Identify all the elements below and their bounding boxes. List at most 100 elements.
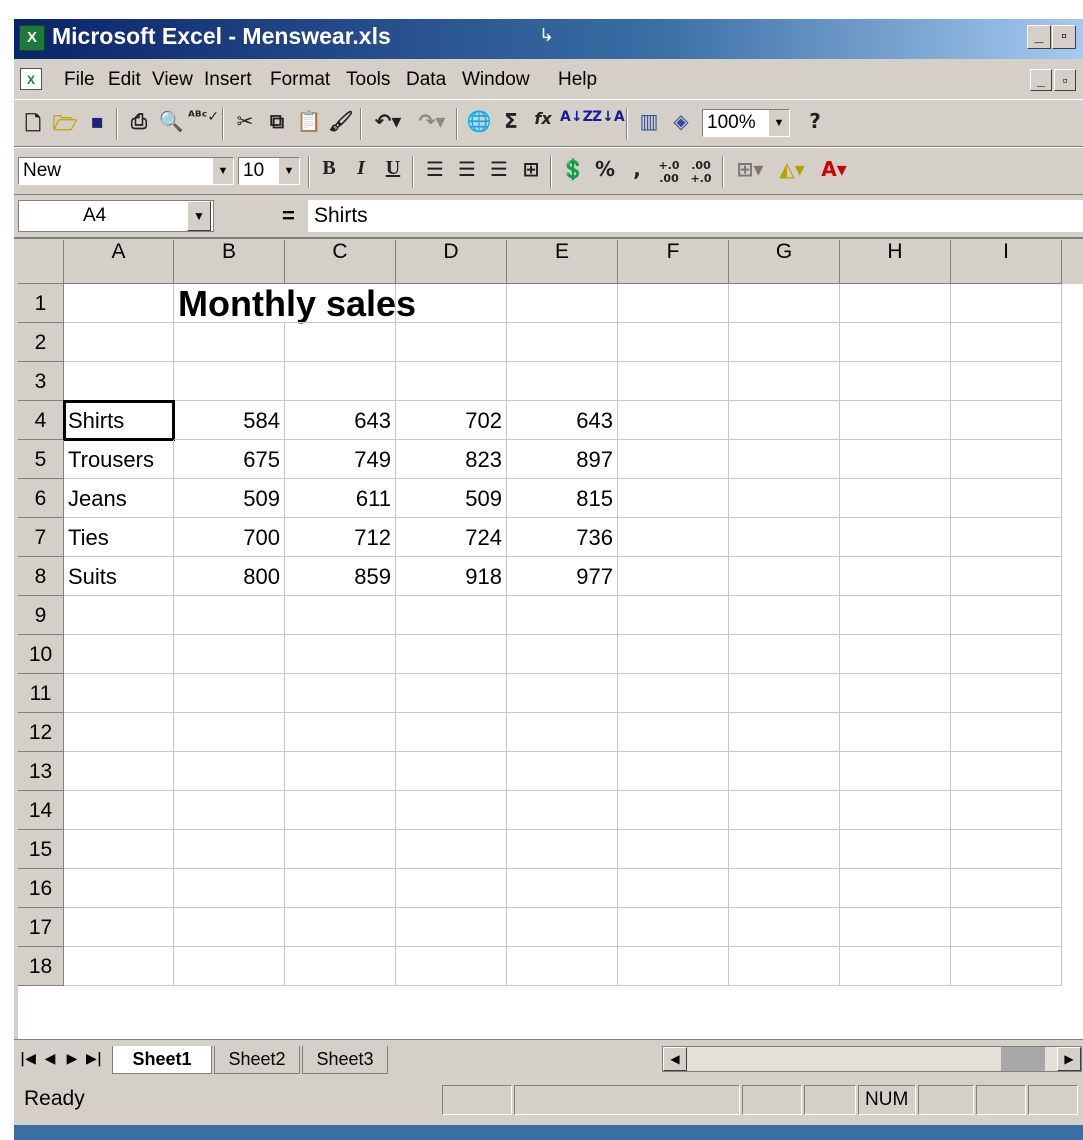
cell-b6[interactable]: 509 xyxy=(174,479,285,518)
menu-tools[interactable]: Tools xyxy=(346,69,390,91)
cell-g1[interactable] xyxy=(729,284,840,323)
cell-f3[interactable] xyxy=(618,362,729,401)
cell-h10[interactable] xyxy=(840,635,951,674)
cell-i11[interactable] xyxy=(951,674,1062,713)
cell-g14[interactable] xyxy=(729,791,840,830)
undo-icon[interactable]: ↶▾ xyxy=(368,109,408,139)
cell-e9[interactable] xyxy=(507,596,618,635)
cell-h14[interactable] xyxy=(840,791,951,830)
cell-a15[interactable] xyxy=(64,830,174,869)
cell-i8[interactable] xyxy=(951,557,1062,596)
cell-b16[interactable] xyxy=(174,869,285,908)
cell-a17[interactable] xyxy=(64,908,174,947)
cell-h15[interactable] xyxy=(840,830,951,869)
row-header-6[interactable]: 6 xyxy=(18,479,64,518)
cell-e14[interactable] xyxy=(507,791,618,830)
cell-e15[interactable] xyxy=(507,830,618,869)
cell-i7[interactable] xyxy=(951,518,1062,557)
title-bar[interactable]: X Microsoft Excel - Menswear.xls ↳ _ ▫ xyxy=(14,19,1083,59)
cell-f8[interactable] xyxy=(618,557,729,596)
cell-a7[interactable]: Ties xyxy=(64,518,174,557)
column-header-h[interactable]: H xyxy=(840,240,951,284)
cell-d6[interactable]: 509 xyxy=(396,479,507,518)
cell-e1[interactable] xyxy=(507,284,618,323)
menu-insert[interactable]: Insert xyxy=(204,69,252,91)
cell-f17[interactable] xyxy=(618,908,729,947)
worksheet-grid[interactable]: 1 Monthly sales 2 3 4 Shirts 584 643 702 643 5 Trou… xyxy=(18,284,1083,1039)
cell-f1[interactable] xyxy=(618,284,729,323)
cell-a5[interactable]: Trousers xyxy=(64,440,174,479)
help-icon[interactable]: ? xyxy=(800,109,830,139)
chart-wizard-icon[interactable]: ▥ xyxy=(634,109,664,139)
cell-g10[interactable] xyxy=(729,635,840,674)
zoom-select[interactable]: 100% ▼ xyxy=(702,109,790,137)
cell-b7[interactable]: 700 xyxy=(174,518,285,557)
cell-b18[interactable] xyxy=(174,947,285,986)
cell-i1[interactable] xyxy=(951,284,1062,323)
cell-b17[interactable] xyxy=(174,908,285,947)
row-header-1[interactable]: 1 xyxy=(18,284,64,323)
row-header-10[interactable]: 10 xyxy=(18,635,64,674)
cell-i3[interactable] xyxy=(951,362,1062,401)
last-sheet-icon[interactable]: ▶| xyxy=(84,1048,104,1070)
cell-i17[interactable] xyxy=(951,908,1062,947)
cell-f15[interactable] xyxy=(618,830,729,869)
cell-i16[interactable] xyxy=(951,869,1062,908)
cell-c16[interactable] xyxy=(285,869,396,908)
cell-i14[interactable] xyxy=(951,791,1062,830)
sheet-tab-1[interactable]: Sheet1 xyxy=(112,1046,212,1074)
row-header-2[interactable]: 2 xyxy=(18,323,64,362)
cell-b4[interactable]: 584 xyxy=(174,401,285,440)
cell-f11[interactable] xyxy=(618,674,729,713)
cell-e12[interactable] xyxy=(507,713,618,752)
cell-i13[interactable] xyxy=(951,752,1062,791)
save-icon[interactable]: ▪ xyxy=(82,109,112,139)
cell-b3[interactable] xyxy=(174,362,285,401)
sort-ascending-icon[interactable]: A↓Z xyxy=(560,109,593,139)
copy-icon[interactable]: ⧉ xyxy=(262,109,292,139)
cell-f16[interactable] xyxy=(618,869,729,908)
row-header-14[interactable]: 14 xyxy=(18,791,64,830)
cell-g5[interactable] xyxy=(729,440,840,479)
cell-e18[interactable] xyxy=(507,947,618,986)
cell-d16[interactable] xyxy=(396,869,507,908)
column-header-g[interactable]: G xyxy=(729,240,840,284)
cell-h8[interactable] xyxy=(840,557,951,596)
increase-decimal-button[interactable]: +.0 .00 xyxy=(654,157,684,189)
menu-edit[interactable]: Edit xyxy=(108,69,141,91)
italic-button[interactable]: I xyxy=(346,157,376,187)
align-left-icon[interactable]: ☰ xyxy=(420,157,450,187)
name-box[interactable]: A4 xyxy=(18,200,214,232)
column-header-f[interactable]: F xyxy=(618,240,729,284)
align-right-icon[interactable]: ☰ xyxy=(484,157,514,187)
cell-a11[interactable] xyxy=(64,674,174,713)
cell-c2[interactable] xyxy=(285,323,396,362)
menu-format[interactable]: Format xyxy=(270,69,330,91)
excel-icon[interactable]: X xyxy=(19,25,45,51)
cell-f12[interactable] xyxy=(618,713,729,752)
cell-i4[interactable] xyxy=(951,401,1062,440)
cell-c18[interactable] xyxy=(285,947,396,986)
cell-d14[interactable] xyxy=(396,791,507,830)
cell-h1[interactable] xyxy=(840,284,951,323)
cell-f7[interactable] xyxy=(618,518,729,557)
column-header-i[interactable]: I xyxy=(951,240,1062,284)
cell-d11[interactable] xyxy=(396,674,507,713)
cell-c12[interactable] xyxy=(285,713,396,752)
cell-g16[interactable] xyxy=(729,869,840,908)
menu-window[interactable]: Window xyxy=(462,69,530,91)
cell-e16[interactable] xyxy=(507,869,618,908)
column-header-c[interactable]: C xyxy=(285,240,396,284)
row-header-12[interactable]: 12 xyxy=(18,713,64,752)
equals-icon[interactable]: = xyxy=(282,203,295,229)
sheet-tab-3[interactable]: Sheet3 xyxy=(302,1046,388,1074)
cell-e7[interactable]: 736 xyxy=(507,518,618,557)
bold-button[interactable]: B xyxy=(314,157,344,187)
cell-d8[interactable]: 918 xyxy=(396,557,507,596)
chevron-down-icon[interactable]: ▼ xyxy=(187,201,211,231)
cell-c4[interactable]: 643 xyxy=(285,401,396,440)
print-preview-icon[interactable]: 🔍 xyxy=(156,109,186,139)
cell-b12[interactable] xyxy=(174,713,285,752)
row-header-16[interactable]: 16 xyxy=(18,869,64,908)
cell-f5[interactable] xyxy=(618,440,729,479)
